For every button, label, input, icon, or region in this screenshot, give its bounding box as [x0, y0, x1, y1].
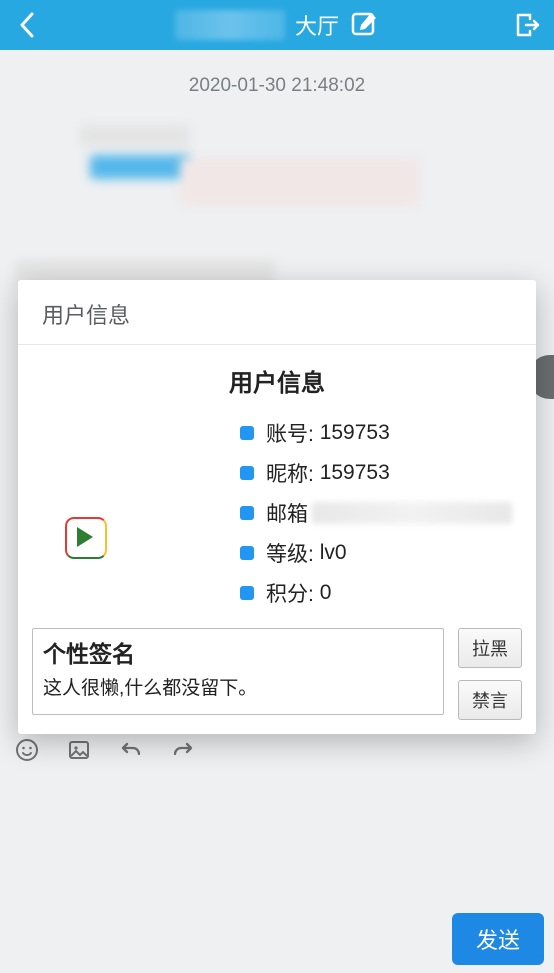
email-label: 邮箱 [266, 498, 308, 528]
edit-icon[interactable] [349, 10, 379, 40]
field-points: 积分: 0 [240, 578, 512, 608]
field-level: 等级: lv0 [240, 538, 512, 568]
redacted-content [180, 158, 420, 206]
field-account: 账号: 159753 [240, 418, 512, 448]
exit-button[interactable] [512, 10, 542, 40]
level-value: lv0 [320, 541, 347, 565]
points-label: 积分: [266, 578, 314, 608]
level-label: 等级: [266, 538, 314, 568]
redacted-content [80, 125, 190, 147]
field-email: 邮箱 [240, 498, 512, 528]
field-nickname: 昵称: 159753 [240, 458, 512, 488]
account-value: 159753 [320, 421, 390, 445]
blacklist-button[interactable]: 拉黑 [458, 628, 522, 668]
page-title: 大厅 [42, 9, 512, 41]
nickname-value: 159753 [320, 461, 390, 485]
points-value: 0 [320, 581, 332, 605]
bullet-icon [240, 506, 254, 520]
user-fields: 账号: 159753 昵称: 159753 邮箱 等级: [130, 418, 512, 618]
compose-toolbar [0, 730, 554, 770]
nickname-label: 昵称: [266, 458, 314, 488]
mute-button[interactable]: 禁言 [458, 680, 522, 720]
user-info-title: 用户信息 [42, 363, 512, 398]
signature-box: 个性签名 这人很懒,什么都没留下。 [32, 628, 444, 715]
signature-title: 个性签名 [43, 635, 433, 669]
title-redacted [175, 10, 285, 40]
redo-icon[interactable] [170, 737, 196, 763]
bullet-icon [240, 586, 254, 600]
bullet-icon [240, 546, 254, 560]
avatar-logo-icon [65, 517, 107, 559]
compose-area[interactable]: 发送 [0, 770, 554, 973]
modal-header: 用户信息 [18, 280, 536, 345]
redacted-content [90, 155, 190, 179]
user-avatar [42, 418, 130, 618]
undo-icon[interactable] [118, 737, 144, 763]
bullet-icon [240, 466, 254, 480]
top-bar: 大厅 [0, 0, 554, 50]
title-suffix: 大厅 [295, 9, 339, 41]
back-button[interactable] [12, 10, 42, 40]
user-info-modal: 用户信息 用户信息 账号: 159753 昵称: 159753 [18, 280, 536, 734]
emoji-icon[interactable] [14, 737, 40, 763]
bullet-icon [240, 426, 254, 440]
signature-text: 这人很懒,什么都没留下。 [43, 673, 433, 700]
image-icon[interactable] [66, 737, 92, 763]
email-redacted [312, 502, 512, 524]
send-button[interactable]: 发送 [452, 913, 544, 965]
message-timestamp: 2020-01-30 21:48:02 [0, 75, 554, 97]
account-label: 账号: [266, 418, 314, 448]
